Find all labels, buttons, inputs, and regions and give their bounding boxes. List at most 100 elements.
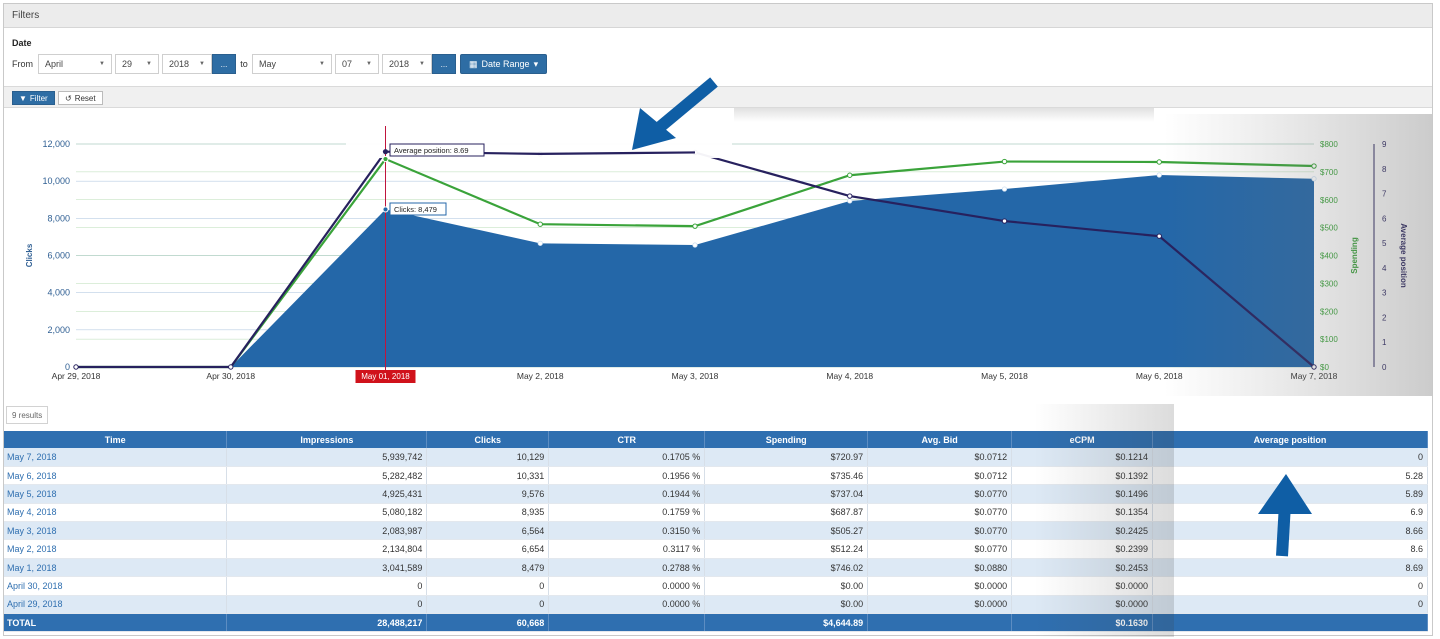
table-cell: 0.1944 % (548, 484, 706, 504)
from-calendar-button[interactable]: ... (212, 54, 236, 74)
filter-button[interactable]: ▼ Filter (12, 91, 55, 105)
table-cell: 0.0000 % (548, 595, 706, 615)
chevron-down-icon: ▼ (419, 61, 425, 67)
table-cell: $0.1496 (1011, 484, 1154, 504)
table-cell: 3,041,589 (226, 558, 428, 578)
total-cell (548, 613, 706, 633)
reset-label: Reset (74, 93, 96, 103)
table-cell: $746.02 (704, 558, 869, 578)
table-cell: 0 (1152, 595, 1428, 615)
column-header[interactable]: Impressions (226, 431, 428, 448)
date-link[interactable]: May 2, 2018 (4, 539, 228, 559)
to-calendar-button[interactable]: ... (432, 54, 456, 74)
table-cell: $512.24 (704, 539, 869, 559)
date-link[interactable]: April 30, 2018 (4, 576, 228, 596)
table-cell: 5.89 (1152, 484, 1428, 504)
avg-position-point (1156, 233, 1162, 239)
total-cell: TOTAL (4, 613, 228, 633)
y-tick-label: 12,000 (42, 139, 70, 149)
table-cell: 6,654 (426, 539, 550, 559)
table-cell: $0.0712 (867, 466, 1013, 486)
table-cell: 8,479 (426, 558, 550, 578)
date-link[interactable]: May 3, 2018 (4, 521, 228, 541)
table-row: April 30, 2018 0 0 0.0000 % $0.00 $0.0000 $0.0… (4, 576, 1428, 596)
table-cell: $0.0000 (1011, 576, 1154, 596)
table-row: May 5, 2018 4,925,431 9,576 0.1944 % $737.04… (4, 484, 1428, 504)
total-cell (1152, 613, 1428, 633)
table-cell: $0.00 (704, 576, 869, 596)
date-link[interactable]: May 1, 2018 (4, 558, 228, 578)
y-tick-label: 8,000 (47, 213, 70, 223)
to-day-value: 07 (342, 59, 353, 69)
table-cell: 0.1956 % (548, 466, 706, 486)
reset-button[interactable]: ↺ Reset (58, 91, 103, 105)
to-day-select[interactable]: 07 ▼ (335, 54, 379, 74)
column-header[interactable]: Clicks (426, 431, 550, 448)
avg-position-point (228, 364, 234, 370)
table-cell: 0.3117 % (548, 539, 706, 559)
from-day-select[interactable]: 29 ▼ (115, 54, 159, 74)
undo-icon: ↺ (65, 93, 72, 103)
avg-position-point-active (382, 149, 389, 155)
filters-header[interactable]: Filters (4, 4, 1432, 28)
table-cell: $0.1214 (1011, 448, 1154, 467)
date-link[interactable]: May 4, 2018 (4, 503, 228, 523)
table-cell: 0 (426, 595, 550, 615)
table-cell: $737.04 (704, 484, 869, 504)
to-label: to (240, 59, 248, 69)
date-link[interactable]: May 5, 2018 (4, 484, 228, 504)
date-range-button[interactable]: ▦ Date Range ▾ (460, 54, 548, 74)
clicks-point (1156, 172, 1162, 178)
table-cell: 6,564 (426, 521, 550, 541)
column-header[interactable]: Avg. Bid (867, 431, 1013, 448)
to-year-value: 2018 (389, 59, 410, 69)
table-cell: $0.2453 (1011, 558, 1154, 578)
date-link[interactable]: April 29, 2018 (4, 595, 228, 615)
to-month-select[interactable]: May ▼ (252, 54, 332, 74)
table-cell: $0.0770 (867, 484, 1013, 504)
column-header[interactable]: CTR (548, 431, 706, 448)
avg-position-point (1001, 218, 1008, 224)
column-header[interactable]: Average position (1152, 431, 1428, 448)
total-cell (867, 613, 1013, 633)
column-header[interactable]: Spending (704, 431, 869, 448)
y-axis-title: Clicks (25, 243, 34, 267)
table-cell: 0 (226, 576, 428, 596)
table-cell: 8.69 (1152, 558, 1428, 578)
table-cell: $720.97 (704, 448, 869, 467)
table-cell: 0.1705 % (548, 448, 706, 467)
table-cell: $505.27 (704, 521, 869, 541)
clicks-point-active (382, 206, 389, 213)
from-year-select[interactable]: 2018 ▼ (162, 54, 212, 74)
spending-point-active (382, 155, 389, 163)
table-cell: 8.6 (1152, 539, 1428, 559)
results-table: Time Impressions Clicks CTR Spending Avg. Bid… (4, 431, 1428, 633)
table-cell: 0.3150 % (548, 521, 706, 541)
column-header[interactable]: Time (4, 431, 228, 448)
y-tick-label: 2,000 (47, 325, 70, 335)
table-cell: 5.28 (1152, 466, 1428, 486)
chevron-down-icon: ▼ (366, 61, 372, 67)
y-tick-label: 6,000 (47, 251, 70, 261)
x-tick-label: Apr 29, 2018 (52, 371, 101, 381)
spending-point (1156, 159, 1162, 165)
table-cell: $0.0000 (867, 576, 1013, 596)
x-tick-label: Apr 30, 2018 (206, 371, 255, 381)
performance-chart[interactable]: 02,0004,0006,0008,00010,00012,000$0$100$… (4, 114, 1432, 396)
y-tick-label: 4,000 (47, 288, 70, 298)
to-year-select[interactable]: 2018 ▼ (382, 54, 432, 74)
table-cell: $0.2399 (1011, 539, 1154, 559)
date-link[interactable]: May 6, 2018 (4, 466, 228, 486)
right-shade (1164, 114, 1432, 396)
spending-point (692, 223, 698, 229)
from-month-select[interactable]: April ▼ (38, 54, 112, 74)
table-cell: $0.0770 (867, 521, 1013, 541)
x-tick-label: May 5, 2018 (981, 371, 1028, 381)
table-cell: $0.0880 (867, 558, 1013, 578)
total-cell: 60,668 (426, 613, 550, 633)
funnel-icon: ▼ (19, 93, 27, 103)
date-label: Date (12, 38, 32, 48)
date-link[interactable]: May 7, 2018 (4, 448, 228, 467)
column-header[interactable]: eCPM (1011, 431, 1154, 448)
table-total-row: TOTAL 28,488,217 60,668 $4,644.89 $0.1630 (4, 613, 1428, 633)
